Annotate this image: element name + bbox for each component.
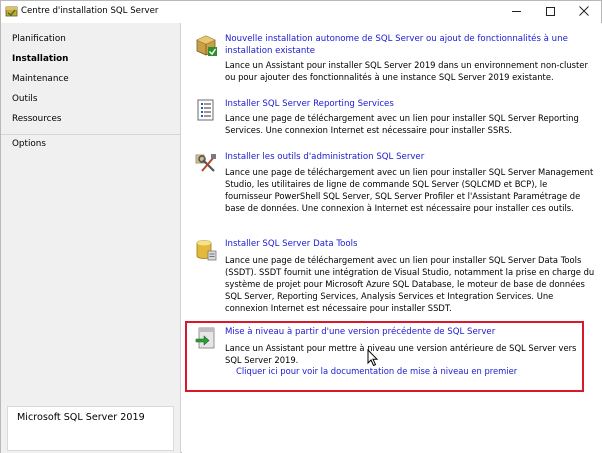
sidebar-item-planification[interactable]: Planification [12, 34, 66, 44]
mouse-pointer-icon [367, 349, 379, 367]
entry-description: Lance une page de téléchargement avec un… [225, 255, 595, 313]
close-button[interactable] [567, 1, 601, 21]
tools-icon [195, 154, 216, 172]
close-icon [579, 6, 589, 16]
maximize-button[interactable] [533, 1, 567, 21]
sidebar-nav: Planification Installation Maintenance O… [1, 23, 181, 453]
entry-description: Lance une page de téléchargement avec un… [225, 167, 594, 213]
sql-server-installation-center-window: Centre d'installation SQL Server Planifi… [0, 0, 602, 453]
entry-description: Lance un Assistant pour installer SQL Se… [225, 60, 588, 82]
entry-title-link[interactable]: Installer SQL Server Data Tools [225, 238, 590, 250]
title-bar[interactable]: Centre d'installation SQL Server [1, 1, 601, 23]
upgrade-documentation-link[interactable]: Cliquer ici pour voir la documentation d… [236, 366, 517, 376]
entry-title-link[interactable]: Installer les outils d'administration SQ… [225, 151, 590, 163]
sidebar-item-maintenance[interactable]: Maintenance [12, 74, 69, 84]
sidebar-item-outils[interactable]: Outils [12, 94, 37, 104]
entry-title-link[interactable]: Nouvelle installation autonome de SQL Se… [225, 33, 590, 57]
entry-title-link[interactable]: Installer SQL Server Reporting Services [225, 98, 590, 110]
box-install-icon [196, 35, 217, 56]
window-title: Centre d'installation SQL Server [21, 6, 159, 16]
sidebar-item-ressources[interactable]: Ressources [12, 114, 62, 124]
minimize-button[interactable] [499, 1, 533, 21]
product-brand-box: Microsoft SQL Server 2019 [7, 406, 174, 451]
upgrade-icon [195, 327, 215, 349]
minimize-icon [511, 10, 521, 12]
entry-description: Lance une page de téléchargement avec un… [225, 113, 579, 135]
entry-description: Lance un Assistant pour mettre à niveau … [225, 343, 577, 365]
sql-server-app-icon [5, 6, 18, 17]
report-icon [197, 99, 214, 121]
maximize-icon [545, 6, 555, 16]
main-content: Nouvelle installation autonome de SQL Se… [182, 23, 602, 453]
database-icon [196, 240, 217, 261]
product-name: Microsoft SQL Server 2019 [17, 412, 145, 423]
sidebar-divider [1, 134, 181, 135]
sidebar-item-options[interactable]: Options [12, 139, 46, 149]
sidebar-item-installation[interactable]: Installation [12, 54, 68, 64]
entry-title-link[interactable]: Mise à niveau à partir d'une version pré… [225, 326, 590, 338]
